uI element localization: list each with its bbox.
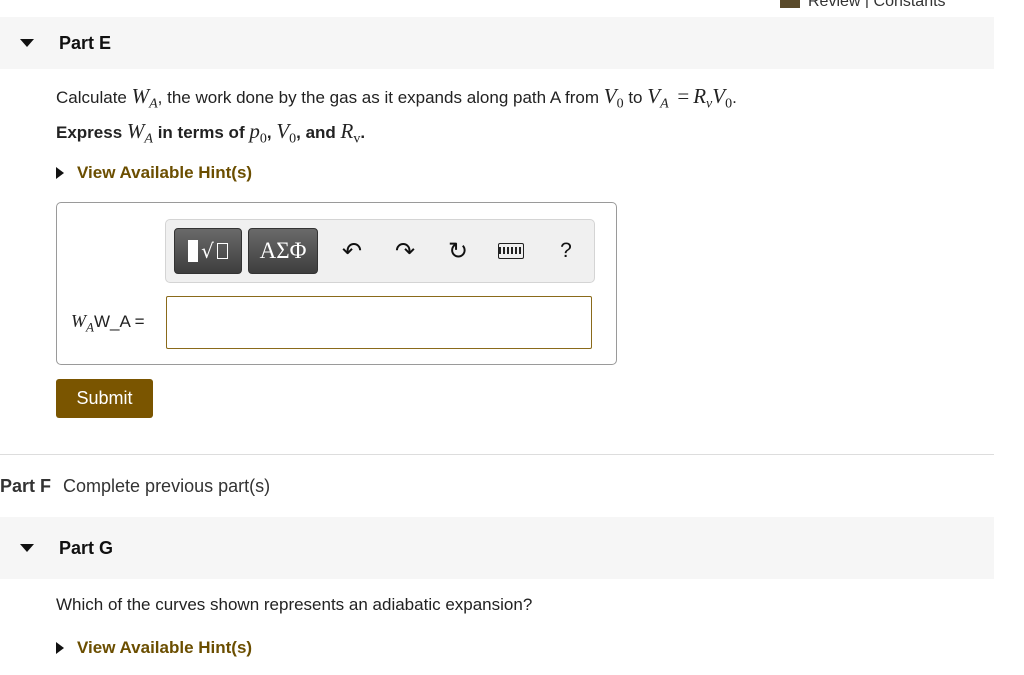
to-word: to xyxy=(628,88,643,107)
v0-subscript: 0 xyxy=(616,96,624,112)
part-f-title: Part F xyxy=(0,476,52,496)
v0b-symbol: V xyxy=(712,84,726,108)
express-text: Express xyxy=(56,123,123,142)
p0-subscript: 0 xyxy=(259,131,267,147)
templates-block-icon xyxy=(188,240,199,262)
va-subscript: A xyxy=(660,96,669,112)
equals-sign: = xyxy=(677,84,690,108)
radical-icon: √ xyxy=(201,239,214,263)
rv-symbol-2: R xyxy=(340,119,354,143)
answer-box: √ ΑΣΦ ↶ ↷ ↻ ? WAW_A = xyxy=(56,202,617,365)
answer-label-subscript: A xyxy=(86,319,94,335)
expand-triangle-icon-g xyxy=(56,642,64,654)
part-f-status: Complete previous part(s) xyxy=(63,476,271,496)
expand-triangle-icon xyxy=(56,167,64,179)
part-g-header[interactable]: Part G xyxy=(0,517,994,579)
question-text-mid: , the work done by the gas as it expands… xyxy=(157,88,600,107)
v0-symbol: V xyxy=(603,84,617,108)
part-e-hint-toggle[interactable]: View Available Hint(s) xyxy=(56,163,252,183)
answer-label-text: W_A = xyxy=(93,312,145,331)
express-end: . xyxy=(360,123,366,142)
part-e-question: Calculate WA, the work done by the gas a… xyxy=(56,84,737,112)
section-divider xyxy=(0,454,994,455)
collapse-caret-icon-g[interactable] xyxy=(20,544,34,552)
part-e-hint-label: View Available Hint(s) xyxy=(77,163,253,182)
part-g-title: Part G xyxy=(59,537,114,558)
question-text: Calculate xyxy=(56,88,127,107)
va-symbol: V xyxy=(647,84,661,108)
wa-subscript-2: A xyxy=(144,131,153,147)
review-constants-link[interactable]: Review | Constants xyxy=(780,0,946,8)
express-mid-text: in terms of xyxy=(157,123,245,142)
part-e-header[interactable]: Part E xyxy=(0,17,994,69)
part-g-question: Which of the curves shown represents an … xyxy=(56,595,533,614)
book-icon xyxy=(780,0,800,8)
p0-symbol: p xyxy=(249,119,260,143)
greek-symbols-button[interactable]: ΑΣΦ xyxy=(248,228,318,274)
part-e-instruction: Express WA in terms of p0, V0, and Rv. xyxy=(56,119,365,147)
v0-symbol-2: V xyxy=(276,119,290,143)
submit-button[interactable]: Submit xyxy=(56,379,153,418)
answer-input[interactable] xyxy=(166,296,592,349)
wa-subscript: A xyxy=(149,96,158,112)
part-g-hint-toggle[interactable]: View Available Hint(s) xyxy=(56,638,252,658)
keyboard-glyph xyxy=(498,243,524,259)
keyboard-icon[interactable] xyxy=(495,234,527,268)
redo-icon[interactable]: ↷ xyxy=(389,234,421,268)
help-icon[interactable]: ? xyxy=(550,234,582,268)
wa-symbol: W xyxy=(131,84,150,108)
math-toolbar: √ ΑΣΦ ↶ ↷ ↻ ? xyxy=(165,219,595,283)
part-f-row: Part F Complete previous part(s) xyxy=(0,476,270,497)
undo-icon[interactable]: ↶ xyxy=(336,234,368,268)
answer-label-symbol: W xyxy=(71,311,86,331)
period: . xyxy=(732,88,737,107)
templates-button[interactable]: √ xyxy=(174,228,242,274)
wa-symbol-2: W xyxy=(126,119,145,143)
review-constants-label: Review | Constants xyxy=(808,0,946,8)
square-icon xyxy=(216,243,228,259)
comma-and: , and xyxy=(296,123,336,142)
answer-variable-label: WAW_A = xyxy=(71,311,145,335)
comma-1: , xyxy=(266,123,272,142)
rv-symbol: R xyxy=(693,84,707,108)
part-g-hint-label: View Available Hint(s) xyxy=(77,638,253,657)
reset-icon[interactable]: ↻ xyxy=(442,234,474,268)
part-e-title: Part E xyxy=(59,32,112,53)
collapse-caret-icon[interactable] xyxy=(20,39,34,47)
